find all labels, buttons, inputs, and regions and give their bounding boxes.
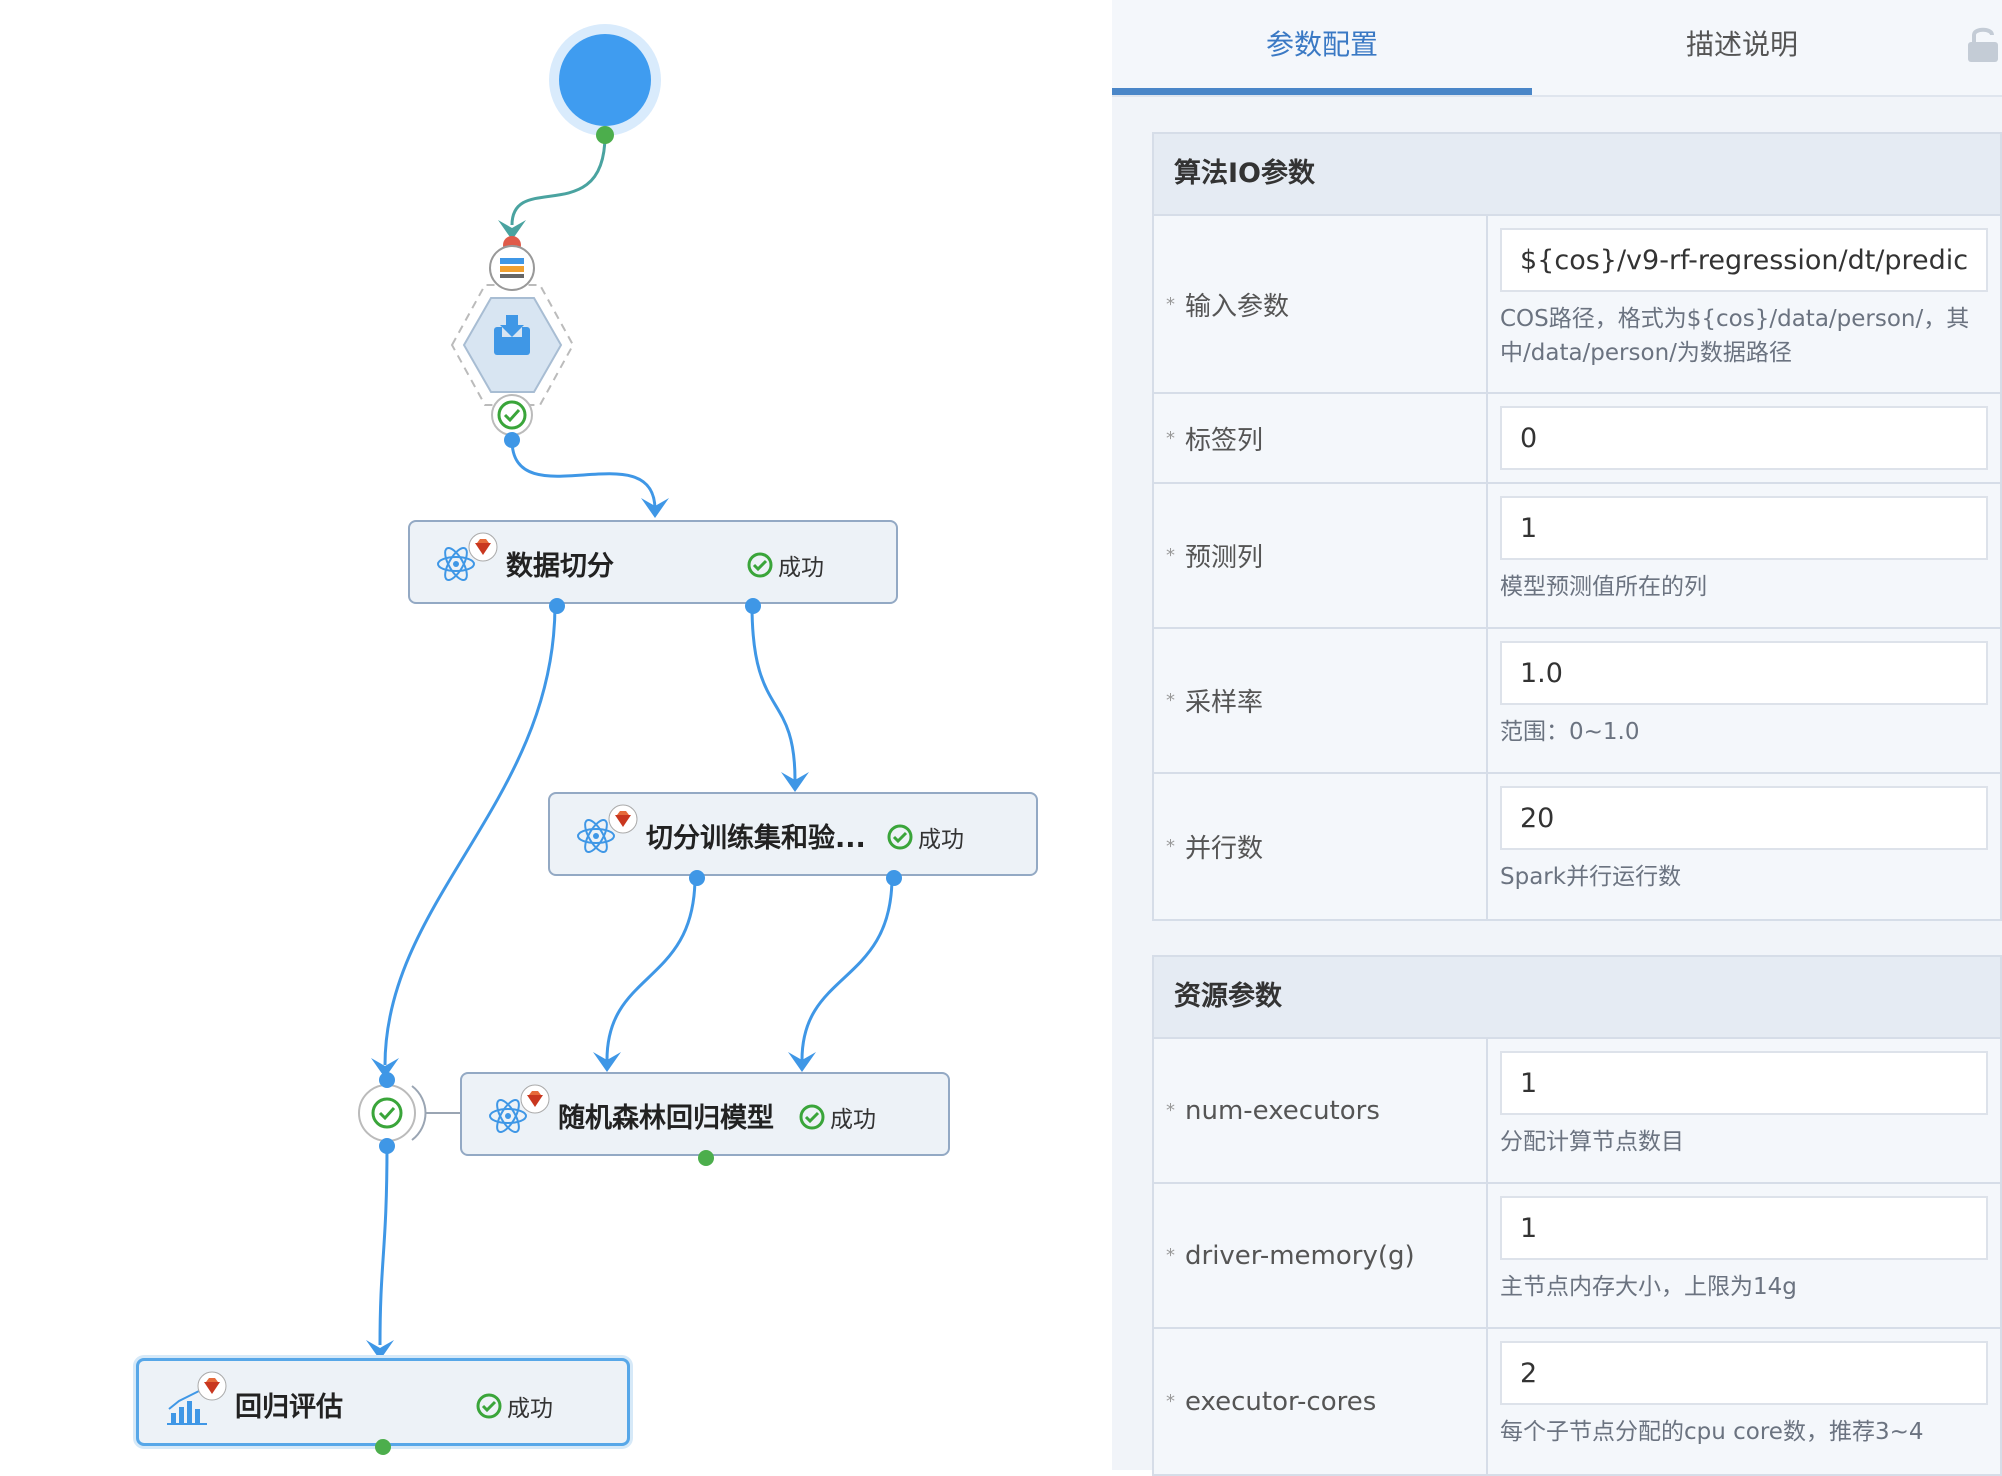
param-row-sample-rate: * 采样率 范围：0~1.0 (1154, 629, 2000, 774)
success-check-icon (799, 1104, 825, 1130)
node-status: 成功 (798, 1100, 876, 1134)
node-status: 成功 (475, 1389, 553, 1423)
node-status: 成功 (886, 820, 964, 854)
output-port[interactable] (698, 1150, 714, 1166)
active-tab-indicator (1112, 88, 1532, 95)
tab-params-config[interactable]: 参数配置 (1112, 0, 1532, 95)
param-label: 并行数 (1185, 834, 1264, 864)
param-row-input: * 输入参数 COS路径，格式为${cos}/data/person/，其中/da… (1154, 216, 2000, 394)
edge-start-to-read (510, 134, 607, 226)
success-check-icon (887, 824, 913, 850)
status-text: 成功 (918, 827, 964, 853)
edge-split-to-train (750, 604, 797, 781)
node-regression-evaluation[interactable]: 回归评估 成功 (136, 1358, 630, 1455)
edges-layer (358, 24, 894, 1360)
param-label: 输入参数 (1185, 291, 1290, 322)
required-icon: * (1166, 1391, 1175, 1412)
param-hint: COS路径，格式为${cos}/data/person/，其中/data/per… (1500, 306, 1970, 366)
section-algorithm-io: 算法IO参数 * 输入参数 COS路径，格式为${cos}/data/person… (1152, 132, 2002, 921)
param-row-driver-memory: * driver-memory(g) 主节点内存大小，上限为14g (1154, 1184, 2000, 1329)
spark-gem-icon (197, 1371, 227, 1401)
edge-split-to-join (383, 604, 557, 1066)
required-icon: * (1166, 836, 1175, 857)
node-title: 数据切分 (506, 551, 614, 582)
edge-train-to-rf-a (605, 876, 697, 1061)
executor-cores-field[interactable] (1500, 1341, 1988, 1405)
success-check-icon (476, 1393, 502, 1419)
edge-train-to-rf-b (800, 876, 894, 1061)
section-resource: 资源参数 * num-executors 分配计算节点数目 * driver-mem… (1152, 955, 2002, 1476)
param-hint: 模型预测值所在的列 (1500, 574, 1707, 600)
node-data-split[interactable]: 数据切分 成功 (408, 520, 898, 614)
spark-gem-icon (520, 1084, 550, 1114)
param-row-parallelism: * 并行数 Spark并行运行数 (1154, 774, 2000, 919)
start-node (549, 24, 661, 144)
node-status: 成功 (746, 548, 824, 582)
param-hint: 每个子节点分配的cpu core数，推荐3~4 (1500, 1419, 1924, 1445)
label-col-field[interactable] (1500, 406, 1988, 470)
param-label: 标签列 (1185, 425, 1264, 456)
param-label: 采样率 (1185, 688, 1264, 718)
sample-rate-field[interactable] (1500, 641, 1988, 705)
node-random-forest-regression[interactable]: 随机森林回归模型 成功 (460, 1072, 950, 1166)
property-panel: 参数配置 描述说明 算法IO参数 * 输入参数 COS路径，格式为${cos}/d… (1112, 0, 2002, 1476)
output-port[interactable] (886, 870, 902, 886)
status-text: 成功 (507, 1396, 553, 1422)
output-port[interactable] (375, 1439, 391, 1455)
panel-tabs: 参数配置 描述说明 (1112, 0, 2002, 97)
tab-description[interactable]: 描述说明 (1532, 0, 1952, 95)
param-label: executor-cores (1185, 1386, 1377, 1417)
output-port[interactable] (745, 598, 761, 614)
output-port[interactable] (689, 870, 705, 886)
node-title: 回归评估 (235, 1392, 343, 1423)
input-param-field[interactable] (1500, 228, 1988, 292)
node-split-train-validate[interactable]: 切分训练集和验... 成功 (548, 792, 1038, 886)
required-icon: * (1166, 1100, 1175, 1121)
param-hint: 分配计算节点数目 (1500, 1129, 1684, 1155)
node-title: 切分训练集和验... (646, 823, 866, 854)
read-data-node (450, 236, 575, 448)
status-text: 成功 (830, 1107, 876, 1133)
predict-col-field[interactable] (1500, 496, 1988, 560)
param-row-num-executors: * num-executors 分配计算节点数目 (1154, 1039, 2000, 1184)
edge-read-to-split (510, 439, 657, 511)
param-label: 预测列 (1185, 543, 1264, 573)
param-hint: 主节点内存大小，上限为14g (1500, 1274, 1797, 1300)
section-title: 资源参数 (1154, 957, 2000, 1039)
edge-join-to-eval (378, 1144, 389, 1346)
parallelism-field[interactable] (1500, 786, 1988, 850)
required-icon: * (1166, 293, 1175, 315)
status-text: 成功 (778, 555, 824, 581)
success-check-icon (747, 552, 773, 578)
node-title: 随机森林回归模型 (558, 1103, 774, 1134)
required-icon: * (1166, 545, 1175, 566)
required-icon: * (1166, 427, 1175, 449)
param-row-label-col: * 标签列 (1154, 394, 2000, 484)
section-title: 算法IO参数 (1154, 134, 2000, 216)
spark-gem-icon (608, 804, 638, 834)
param-row-executor-cores: * executor-cores 每个子节点分配的cpu core数，推荐3~4 (1154, 1329, 2000, 1474)
spark-gem-icon (468, 532, 498, 562)
driver-memory-field[interactable] (1500, 1196, 1988, 1260)
required-icon: * (1166, 1245, 1175, 1266)
join-node (358, 1072, 416, 1154)
param-hint: 范围：0~1.0 (1500, 719, 1640, 745)
param-label: driver-memory(g) (1185, 1240, 1415, 1271)
output-port[interactable] (549, 598, 565, 614)
lock-icon[interactable] (1966, 24, 2002, 64)
workflow-canvas[interactable]: 数据切分 成功 切分训练集和验... 成功 随机森林回归模型 成功 回归评估 成… (0, 0, 1112, 1470)
param-row-predict-col: * 预测列 模型预测值所在的列 (1154, 484, 2000, 629)
num-executors-field[interactable] (1500, 1051, 1988, 1115)
param-label: num-executors (1185, 1095, 1380, 1126)
required-icon: * (1166, 690, 1175, 711)
param-hint: Spark并行运行数 (1500, 864, 1682, 890)
